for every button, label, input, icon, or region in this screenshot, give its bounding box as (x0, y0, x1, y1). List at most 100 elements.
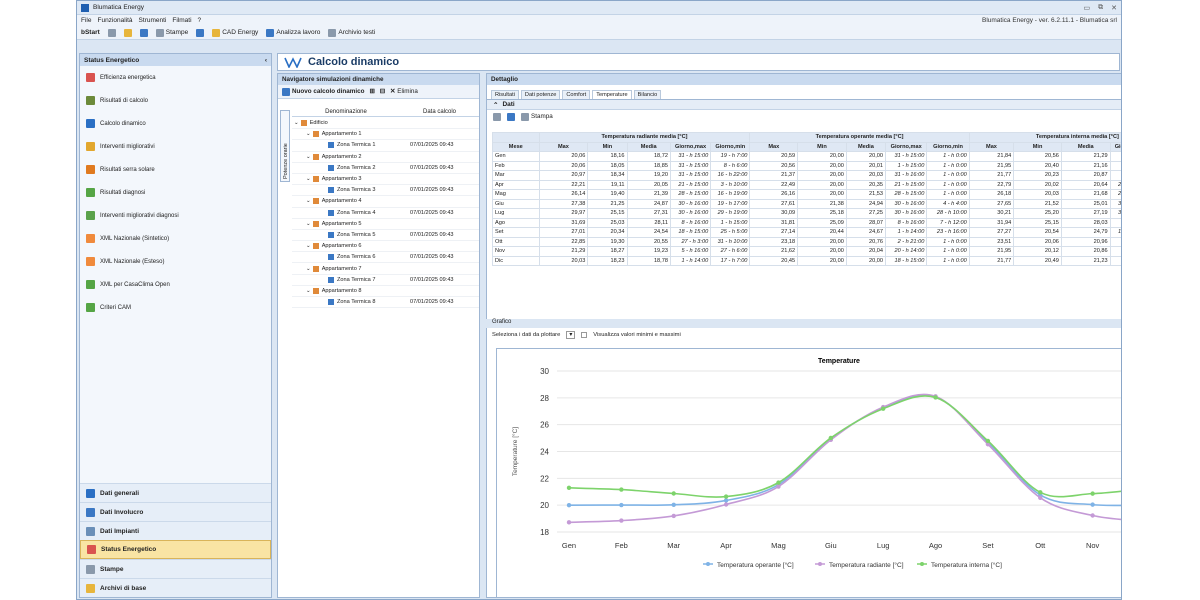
table-row[interactable]: Apr 22,21 19,11 20,05 21 - h 15:00 3 - h 10:0… (492, 179, 1121, 190)
menu-filmati[interactable]: Filmati (172, 17, 191, 24)
menu-help[interactable]: ? (198, 17, 202, 24)
sidebar-item-2[interactable]: Calcolo dinamico (80, 112, 271, 135)
select-data-dropdown[interactable]: ▾ (566, 331, 576, 339)
nav-section-0[interactable]: Dati generali (80, 483, 271, 502)
data-point[interactable] (776, 480, 781, 485)
col-denominazione[interactable]: Denominazione (292, 108, 400, 116)
new-calc-button[interactable]: Nuovo calcolo dinamico (282, 87, 364, 96)
col-data-calcolo[interactable]: Data calcolo (400, 108, 479, 116)
menu-strumenti[interactable]: Strumenti (139, 17, 167, 24)
table-row[interactable]: Ott 22,85 19,30 20,55 27 - h 3:00 31 - h 10:0… (492, 236, 1121, 247)
data-point[interactable] (1090, 513, 1095, 518)
sidebar-item-0[interactable]: Efficienza energetica (80, 66, 271, 89)
tree-row[interactable]: ⌄ Appartamento 4 (292, 196, 479, 208)
data-point[interactable] (671, 491, 676, 496)
table-row[interactable]: Dic 20,03 18,23 18,78 1 - h 14:00 17 - h 7:00… (492, 255, 1121, 266)
export-icon[interactable] (507, 112, 515, 121)
restore-icon[interactable]: ⧉ (1098, 4, 1103, 12)
tree-row[interactable]: ⌄ Appartamento 7 (292, 263, 479, 275)
chevron-down-icon[interactable]: ⌄ (306, 243, 311, 249)
tree-row[interactable]: Zona Termica 3 07/01/2025 09:43 (292, 185, 479, 197)
collapse-icon[interactable]: ‹ (265, 57, 267, 64)
tab-3[interactable]: Temperature (592, 90, 632, 99)
legend-label[interactable]: Temperatura interna [°C] (931, 561, 1002, 569)
chevron-down-icon[interactable]: ⌄ (306, 154, 311, 160)
column-header[interactable]: Giorno,max (669, 141, 712, 152)
tree-row[interactable]: Zona Termica 2 07/01/2025 09:43 (292, 163, 479, 174)
data-point[interactable] (619, 502, 624, 508)
tree-row[interactable]: Zona Termica 7 07/01/2025 09:43 (292, 275, 479, 286)
nav-section-5[interactable]: Archivi di base (80, 578, 271, 597)
tree-row[interactable]: ⌄ Appartamento 5 (292, 219, 479, 230)
column-header[interactable]: Giorno,max (884, 141, 928, 152)
settings-button[interactable] (196, 28, 205, 37)
column-header[interactable]: Min (797, 141, 847, 152)
column-header[interactable]: Max (538, 141, 589, 152)
data-point[interactable] (619, 518, 624, 523)
open-button[interactable] (123, 28, 132, 37)
data-point[interactable] (723, 502, 729, 507)
tree-row[interactable]: ⌄ Appartamento 1 (292, 129, 479, 141)
column-header[interactable]: Media (845, 141, 887, 152)
tab-1[interactable]: Dati potenze (520, 90, 561, 99)
table-row[interactable]: Nov 21,29 18,27 19,23 5 - h 16:00 27 - h 6:00… (492, 246, 1121, 257)
sidebar-item-6[interactable]: Interventi migliorativi diagnosi (80, 204, 271, 227)
menu-funzionalita[interactable]: Funzionalità (97, 17, 132, 24)
data-point[interactable] (671, 513, 676, 519)
data-point[interactable] (1090, 502, 1095, 507)
table-row[interactable]: Mag 26,14 19,40 21,39 28 - h 15:00 16 - h 19:… (492, 189, 1121, 200)
tree-row[interactable]: Zona Termica 8 07/01/2025 09:43 (292, 297, 479, 309)
delete-button[interactable]: ✕ Elimina (390, 88, 418, 95)
data-point[interactable] (1038, 495, 1043, 500)
menu-file[interactable]: File (81, 17, 91, 24)
table-row[interactable]: Gen 20,06 18,16 18,72 31 - h 15:00 19 - h 7:0… (492, 151, 1121, 162)
chevron-down-icon[interactable]: ⌄ (306, 288, 311, 294)
expand-icon[interactable]: ⊞ (369, 88, 374, 95)
stampa-button[interactable]: Stampa (521, 112, 553, 121)
tab-0[interactable]: Risultati (491, 90, 519, 99)
column-header[interactable]: Max (968, 141, 1015, 152)
table-row[interactable]: Lug 29,97 25,15 27,31 30 - h 16:00 29 - h 19:… (492, 208, 1121, 219)
sidebar-item-3[interactable]: Interventi migliorativi (80, 135, 271, 158)
bstart-button[interactable]: bStart (81, 29, 100, 36)
tree-row[interactable]: ⌄ Appartamento 6 (292, 241, 479, 253)
tab-4[interactable]: Bilancio (633, 90, 662, 99)
sidebar-item-9[interactable]: XML per CasaClima Open (80, 273, 271, 296)
sidebar-item-4[interactable]: Risultati serra solare (80, 158, 271, 181)
tree-row[interactable]: ⌄ Appartamento 8 (292, 286, 479, 297)
column-header[interactable]: Min (1013, 141, 1062, 152)
nav-section-4[interactable]: Stampe (80, 559, 271, 578)
data-point[interactable] (776, 484, 781, 489)
column-header[interactable]: Media (1060, 141, 1111, 152)
column-header[interactable]: Min (587, 141, 628, 152)
chevron-down-icon[interactable]: ⌄ (306, 266, 311, 272)
grid-icon[interactable] (493, 112, 501, 121)
table-row[interactable]: Ago 31,69 25,03 28,11 8 - h 16:00 1 - h 15:00… (492, 217, 1121, 228)
dati-section-header[interactable]: ⌃ Dati (487, 100, 1121, 110)
tree-row[interactable]: ⌄ Edificio (292, 118, 479, 130)
minmax-checkbox[interactable] (581, 332, 588, 338)
data-point[interactable] (723, 494, 729, 499)
sidebar-item-10[interactable]: Criteri CAM (80, 296, 271, 319)
tree-row[interactable]: Zona Termica 1 07/01/2025 09:43 (292, 140, 479, 152)
collapse-all-icon[interactable]: ⊟ (380, 88, 385, 95)
data-point[interactable] (671, 502, 676, 507)
data-point[interactable] (619, 487, 624, 492)
column-header[interactable]: Mese (492, 141, 540, 152)
chevron-down-icon[interactable]: ⌄ (294, 120, 299, 126)
new-file-button[interactable] (107, 28, 116, 37)
tab-2[interactable]: Comfort (562, 90, 591, 99)
column-header[interactable]: Media (626, 141, 671, 152)
column-header[interactable]: Giorno,max (1109, 141, 1121, 152)
chevron-down-icon[interactable]: ⌄ (306, 221, 311, 227)
close-icon[interactable]: ✕ (1111, 4, 1117, 12)
data-point[interactable] (933, 395, 938, 400)
table-row[interactable]: Set 27,01 20,34 24,54 18 - h 15:00 25 - h 5:0… (492, 227, 1121, 238)
data-point[interactable] (566, 502, 572, 508)
column-header[interactable]: Giorno,min (926, 141, 970, 152)
chevron-down-icon[interactable]: ⌄ (306, 176, 311, 182)
tree-row[interactable]: ⌄ Appartamento 3 (292, 174, 479, 186)
data-point[interactable] (566, 520, 572, 525)
tree-row[interactable]: Zona Termica 6 07/01/2025 09:43 (292, 252, 479, 264)
chevron-down-icon[interactable]: ⌄ (306, 131, 311, 137)
